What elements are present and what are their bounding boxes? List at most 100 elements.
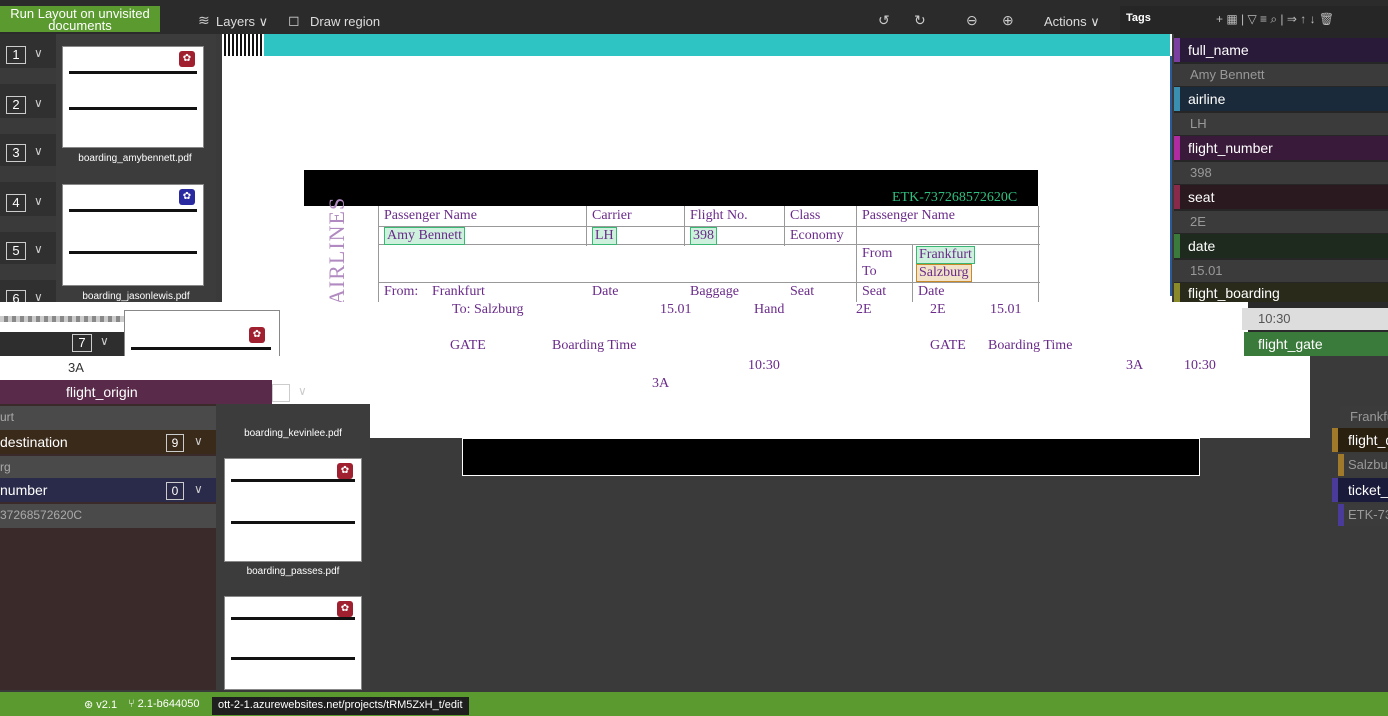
tag-value-bar [0, 118, 56, 134]
seat-value-small: 3A [68, 360, 84, 375]
ticket-footer-bar [462, 438, 1200, 476]
thumbnail-label: boarding_kevinlee.pdf [244, 428, 342, 439]
carrier-value[interactable]: LH [592, 227, 617, 245]
tag-ticket-fragment[interactable]: ticket_ [1332, 478, 1388, 502]
build-label: ⑂ 2.1-b644050 [128, 698, 200, 710]
ticket-id-label[interactable]: ETK-737268572620C [892, 190, 1017, 206]
tag-origin-fragment[interactable]: Frankfu [1340, 406, 1388, 428]
tag-shortcut-2[interactable]: 2 ∨ [0, 88, 56, 138]
tag-shortcut-1[interactable]: 1 ∨ [0, 38, 56, 88]
chevron-down-icon: ∨ [34, 96, 43, 110]
tag-flight-gate[interactable]: flight_gate [1244, 332, 1388, 356]
thumbnail-overlap[interactable]: ✿ [124, 310, 280, 358]
tags-header: Tags + ▦ | ▽ ≡ ⌕ | ⇒ ↑ ↓ 🗑 [1120, 6, 1388, 34]
chevron-down-icon: ∨ [194, 434, 203, 448]
tag-value-bar [0, 68, 56, 84]
date-header-2: Date [918, 284, 945, 299]
add-tag-icon[interactable]: + ▦ | ▽ ≡ ⌕ | ⇒ ↑ ↓ 🗑 [1216, 12, 1334, 27]
thumbnail-jasonlewis[interactable]: ✿ [62, 184, 204, 286]
tag-origin-value[interactable]: urt [0, 406, 216, 430]
zoom-in-icon[interactable]: ⊕ [1002, 12, 1014, 29]
actions-menu[interactable]: Actions ∨ [1044, 14, 1100, 30]
zoom-out-icon[interactable]: ⊖ [966, 12, 978, 29]
tag-flight-origin[interactable]: flight_origin 8 ∨ [0, 380, 307, 404]
seat-header-2: Seat [862, 284, 887, 299]
class-header: Class [790, 208, 821, 223]
table-line [684, 206, 685, 246]
tag-name: number [0, 482, 48, 498]
from-city-value[interactable]: Frankfurt [916, 246, 975, 264]
tag-shortcut-3[interactable]: 3 ∨ [0, 136, 56, 186]
status-bar: ⊛ v2.1 ⑂ 2.1-b644050 [0, 692, 1388, 716]
table-line [1038, 206, 1039, 302]
flight-boarding-value[interactable]: 10:30 [1242, 308, 1388, 330]
thumb-footer-bar [231, 521, 355, 524]
tag-color [1174, 87, 1180, 111]
gate-header-2: GATE [930, 338, 966, 353]
seat-value: 2E [856, 302, 872, 317]
to-city-value[interactable]: Salzburg [916, 264, 972, 282]
seat-value-2: 2E [930, 302, 946, 317]
tag-date-value[interactable]: 15.01 [1174, 260, 1388, 282]
tags-title: Tags [1126, 12, 1151, 24]
thumb-header-bar [231, 479, 355, 482]
thumbnail-label: boarding_amybennett.pdf [78, 153, 192, 164]
tag-airline[interactable]: airline [1174, 87, 1388, 111]
tag-number: 1 [6, 46, 26, 64]
tag-color [1332, 478, 1338, 502]
thumb-header-bar [231, 617, 355, 620]
passenger-name-header: Passenger Name [384, 208, 477, 223]
tag-color [1338, 504, 1344, 526]
tag-color [1332, 428, 1338, 452]
thumbnail-next[interactable]: ✿ [224, 596, 362, 690]
rotate-right-icon[interactable]: ↻ [914, 12, 926, 29]
run-layout-button[interactable]: Run Layout on unvisited documents [0, 6, 160, 32]
date-value-2: 15.01 [990, 302, 1022, 317]
version-label: ⊛ v2.1 [84, 699, 118, 711]
tag-full-name-value[interactable]: Amy Bennett [1174, 64, 1388, 86]
tag-airline-value[interactable]: LH [1174, 113, 1388, 135]
document-lower [228, 400, 1310, 438]
tag-seat[interactable]: seat [1174, 185, 1388, 209]
layers-button[interactable]: Layers ∨ [216, 14, 268, 30]
tag-flight-boarding[interactable]: flight_boarding [1174, 283, 1388, 302]
tag-number: 3 [6, 144, 26, 162]
name-value[interactable]: Amy Bennett [384, 227, 466, 245]
tag-shortcut-6[interactable]: 6 ∨ [0, 282, 56, 308]
tag-ticket-number[interactable]: number 0 ∨ [0, 478, 216, 502]
tag-value-bar [0, 216, 56, 232]
tag-flight-number[interactable]: flight_number [1174, 136, 1388, 160]
thumb-header-bar [69, 71, 197, 74]
tag-shortcut-5[interactable]: 5 ∨ [0, 234, 56, 284]
tag-name: flight_origin [66, 384, 138, 400]
seat-big-value: 3A [652, 376, 670, 391]
chevron-down-icon: ∨ [34, 46, 43, 60]
tag-number: 2 [6, 96, 26, 114]
tag-destination-value[interactable]: rg [0, 456, 216, 480]
table-line [784, 206, 785, 246]
thumb-header-bar [131, 347, 271, 350]
from-label: From: [384, 284, 419, 299]
rotate-left-icon[interactable]: ↺ [878, 12, 890, 29]
tag-flight-destination[interactable]: destination 9 ∨ [0, 430, 216, 454]
tag-flight-number-value[interactable]: 398 [1174, 162, 1388, 184]
table-line [586, 206, 587, 246]
tag-full-name[interactable]: full_name [1174, 38, 1388, 62]
tag-shortcut-7[interactable]: 7 ∨ [0, 332, 124, 356]
to-header: To [862, 264, 877, 279]
tag-number: 7 [72, 334, 92, 352]
table-line [378, 282, 1040, 283]
tag-date[interactable]: date [1174, 234, 1388, 258]
tag-shortcut-4[interactable]: 4 ∨ [0, 186, 56, 236]
tag-destination-value-fragment[interactable]: Salzbu [1338, 454, 1388, 476]
thumbnail-passes[interactable]: ✿ [224, 458, 362, 562]
tag-seat-value[interactable]: 2E [1174, 211, 1388, 233]
thumb-footer-bar [69, 107, 197, 110]
tag-destination-fragment[interactable]: flight_d [1332, 428, 1388, 452]
gate-row [280, 332, 1244, 356]
draw-region-button[interactable]: Draw region [310, 14, 380, 29]
tag-ticket-value-fragment[interactable]: ETK-73 [1338, 504, 1388, 526]
thumbnail-amybennett[interactable]: ✿ [62, 46, 204, 148]
tag-ticket-value[interactable]: 37268572620C [0, 504, 216, 528]
flight-no-value[interactable]: 398 [690, 227, 717, 245]
